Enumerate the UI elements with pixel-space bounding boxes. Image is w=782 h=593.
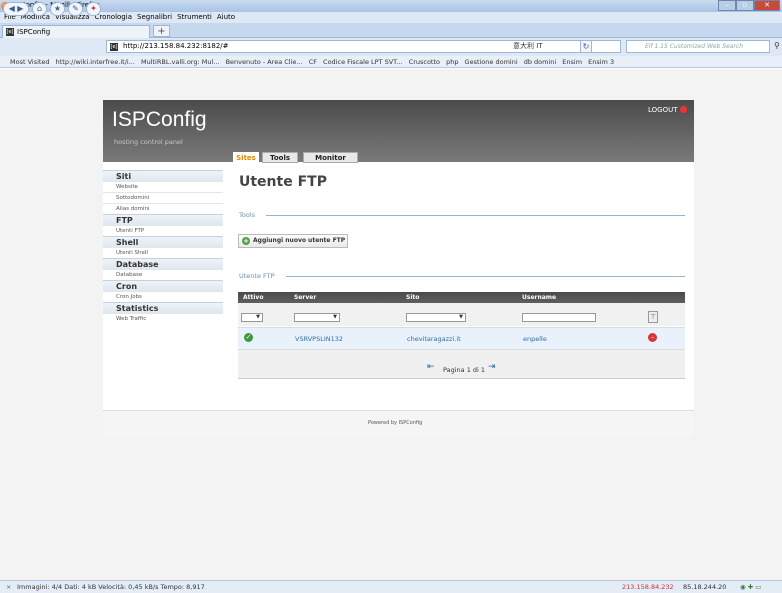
tab-monitor[interactable]: Monitor (303, 152, 358, 163)
bookmark-item[interactable]: Codice Fiscale LPT SVT... (323, 58, 403, 66)
bookmark-item[interactable]: http://wiki.interfree.it/i... (56, 58, 135, 66)
filter-attivo-select[interactable]: ▼ (241, 313, 263, 322)
sidebar-item-utenti-shell[interactable]: Utenti Shell (103, 247, 223, 258)
add-icon: + (242, 237, 250, 245)
bookmark-item[interactable]: CF (309, 58, 317, 66)
last-page-icon[interactable]: ⇥ (488, 362, 496, 372)
tab-label: ISPConfig (17, 28, 51, 36)
menu-cronologia[interactable]: Cronologia (94, 12, 132, 23)
window-titlebar: ISPConfig - Mozilla Firefox – ▫ ✕ (0, 0, 782, 12)
sidebar-heading-siti: Siti (103, 170, 223, 181)
window-controls: – ▫ ✕ (718, 0, 780, 11)
sidebar-item-utenti-ftp[interactable]: Utenti FTP (103, 225, 223, 236)
add-button-label: Aggiungi nuovo utente FTP (253, 237, 346, 244)
cell-server[interactable]: VSRVPSLIN132 (295, 335, 343, 343)
pager-text: Pagina 1 di 1 (443, 366, 486, 374)
addon-icon[interactable]: ✎ (68, 2, 83, 16)
minimize-button[interactable]: – (718, 0, 736, 11)
sidebar-heading-statistics: Statistics (103, 302, 223, 313)
cell-username[interactable]: enpelle (523, 335, 547, 343)
reload-icon[interactable]: ↻ (580, 40, 592, 53)
tools-divider (266, 215, 685, 216)
search-icon[interactable]: ⚲ (774, 41, 780, 50)
filter-server-select[interactable]: ▼ (294, 313, 340, 322)
column-username: Username (522, 294, 557, 301)
filter-username-input[interactable] (522, 313, 596, 322)
sidebar-heading-ftp: FTP (103, 214, 223, 225)
bookmarks-bar: Most Visited http://wiki.interfree.it/i.… (0, 56, 782, 68)
cell-site[interactable]: chevitaragazzi.it (407, 335, 461, 343)
sidebar-item-cron-jobs[interactable]: Cron Jobs (103, 291, 223, 302)
menu-strumenti[interactable]: Strumenti (177, 12, 212, 23)
status-text: Immagini: 4/4 Dati: 4 kB Velocità: 0,45 … (17, 583, 205, 591)
add-ftp-user-button[interactable]: + Aggiungi nuovo utente FTP (238, 234, 348, 248)
sidebar-heading-cron: Cron (103, 280, 223, 291)
app-subtitle: hosting control panel (114, 138, 183, 146)
sidebar-item-web-traffic[interactable]: Web Traffic (103, 313, 223, 324)
search-input[interactable]: Elf 1.15 Customized Web Search (626, 40, 770, 53)
sidebar-item-database[interactable]: Database (103, 269, 223, 280)
filter-icon[interactable]: ⊤ (648, 311, 658, 323)
tools-legend: Tools (239, 211, 256, 219)
url-text: http://213.158.84.232:8182/# (123, 42, 229, 50)
logout-label: LOGOUT (648, 106, 678, 114)
bookmark-item[interactable]: db domini (524, 58, 556, 66)
menu-bar: File Modifica Visualizza Cronologia Segnalib… (0, 12, 782, 23)
new-tab-button[interactable]: + (153, 25, 170, 37)
bookmark-item[interactable]: Benvenuto - Area Clie... (226, 58, 303, 66)
power-icon (679, 106, 687, 113)
app-logo: ISPConfig (112, 108, 207, 131)
status-addon-icons[interactable]: ◉ ✚ ▭ (740, 581, 761, 593)
bookmark-item[interactable]: php (446, 58, 458, 66)
page-title: Utente FTP (239, 174, 327, 190)
addon-icon-2[interactable]: ✦ (86, 2, 101, 16)
sidebar-heading-shell: Shell (103, 236, 223, 247)
list-divider (286, 276, 685, 277)
favicon: [e] (6, 28, 14, 36)
pager (238, 349, 685, 379)
sidebar-item-alias-domini[interactable]: Alias domini (103, 203, 223, 214)
url-bar[interactable]: [e] http://213.158.84.232:8182/# (106, 40, 621, 53)
sidebar-item-website[interactable]: Website (103, 181, 223, 192)
footer-text: Powered by ISPConfig (368, 420, 423, 426)
bookmark-item[interactable]: MultiRBL.valli.org: Mul... (141, 58, 220, 66)
browser-tab[interactable]: [e] ISPConfig (2, 25, 150, 38)
first-page-icon[interactable]: ⇤ (427, 362, 435, 372)
logout-button[interactable]: LOGOUT (648, 106, 687, 114)
column-attivo: Attivo (243, 294, 264, 301)
bookmark-item[interactable]: Ensim 3 (588, 58, 614, 66)
table-header: Attivo Server Sito Username (238, 292, 685, 303)
maximize-button[interactable]: ▫ (736, 0, 754, 11)
bookmark-item[interactable]: Gestione domini (465, 58, 518, 66)
column-sito: Sito (406, 294, 420, 301)
tab-sites[interactable]: Sites (233, 152, 259, 163)
bookmark-item[interactable]: Most Visited (10, 58, 50, 66)
status-close-icon[interactable]: × (6, 581, 11, 593)
column-server: Server (294, 294, 317, 301)
status-ip1: 213.158.84.232 (622, 583, 674, 591)
active-check-icon: ✓ (244, 333, 253, 342)
menu-aiuto[interactable]: Aiuto (217, 12, 235, 23)
status-bar: × Immagini: 4/4 Dati: 4 kB Velocità: 0,4… (0, 580, 782, 593)
home-icon[interactable]: ⌂ (32, 2, 47, 16)
bookmark-item[interactable]: Cruscotto (409, 58, 440, 66)
list-legend: Utente FTP (239, 272, 275, 280)
url-favicon: [e] (110, 43, 118, 51)
sidebar-heading-database: Database (103, 258, 223, 269)
sidebar: Siti Website Sottodomini Alias domini FT… (103, 170, 223, 324)
delete-icon[interactable]: – (648, 333, 657, 342)
back-forward-button[interactable]: ◀ ▶ (3, 2, 29, 16)
bookmark-icon[interactable]: ★ (50, 2, 65, 16)
sidebar-item-sottodomini[interactable]: Sottodomini (103, 192, 223, 203)
close-button[interactable]: ✕ (754, 0, 780, 11)
status-ip2: 85.18.244.20 (683, 583, 727, 591)
menu-segnalibri[interactable]: Segnalibri (137, 12, 172, 23)
filter-sito-select[interactable]: ▼ (406, 313, 466, 322)
bookmark-item[interactable]: Ensim (562, 58, 582, 66)
tab-tools[interactable]: Tools (262, 152, 298, 163)
geo-indicator: 意大利 IT (513, 42, 543, 50)
